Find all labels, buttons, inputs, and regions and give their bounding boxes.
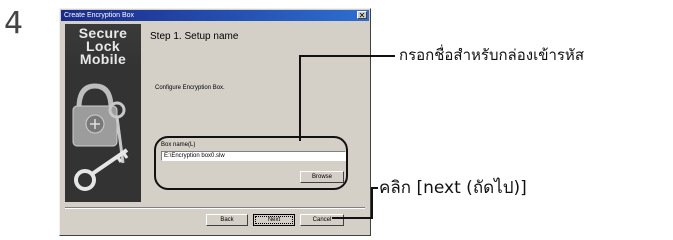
callout-leader-lines (299, 55, 395, 219)
next-callout: คลิก [next (ถัดไป)] (379, 178, 527, 198)
box-name-callout: กรอกชื่อสำหรับกล่องเข้ารหัส (399, 46, 584, 64)
